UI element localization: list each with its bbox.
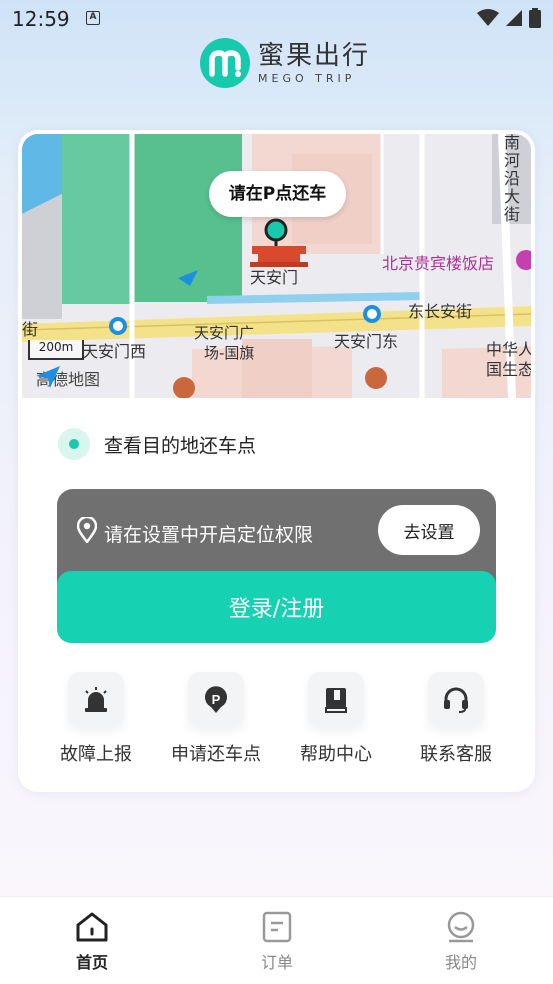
alarm-icon xyxy=(68,672,124,728)
login-register-button[interactable]: 登录/注册 xyxy=(57,571,496,643)
map-label-jie: 街 xyxy=(22,320,39,339)
quick-action-fault-report[interactable]: 故障上报 xyxy=(41,672,151,766)
quick-action-label: 联系客服 xyxy=(420,744,492,765)
nav-profile-label: 我的 xyxy=(444,953,477,972)
bottom-navigation: 首页 订单 我的 xyxy=(0,896,553,984)
map-label-vertical: 南河沿大街 xyxy=(504,134,521,224)
nav-profile[interactable]: 我的 xyxy=(421,911,501,973)
main-card: 请在P点还车 天安门 北京贵宾楼饭店 东长安街 天安门西 天安门东 天安门广 场… xyxy=(18,130,535,792)
wifi-icon xyxy=(477,9,499,26)
logo-name-cn: 蜜果出行 xyxy=(258,40,371,71)
nav-orders[interactable]: 订单 xyxy=(237,911,317,973)
quick-action-contact-service[interactable]: 联系客服 xyxy=(401,672,511,766)
quick-action-label: 申请还车点 xyxy=(171,744,261,765)
go-settings-button[interactable]: 去设置 xyxy=(378,505,480,555)
pin-bubble: 请在P点还车 xyxy=(209,171,346,217)
nav-home-label: 首页 xyxy=(75,953,108,972)
map-label-west-station: 天安门西 xyxy=(82,342,147,361)
notification-icon: A xyxy=(86,11,100,25)
nav-home[interactable]: 首页 xyxy=(52,911,132,973)
quick-action-apply-return[interactable]: P 申请还车点 xyxy=(161,672,271,766)
amap-arrow-icon xyxy=(36,366,60,388)
map-label-square2: 场-国旗 xyxy=(204,344,255,362)
map-label-hotel: 北京贵宾楼饭店 xyxy=(382,254,495,273)
signal-icon xyxy=(506,10,522,26)
order-icon xyxy=(262,911,292,943)
map-label-east-station: 天安门东 xyxy=(334,332,399,351)
battery-icon xyxy=(529,8,541,28)
status-time: 12:59 xyxy=(12,7,70,31)
headset-icon xyxy=(428,672,484,728)
map-scale: 200m xyxy=(28,340,84,360)
map-label-street: 东长安街 xyxy=(408,302,473,321)
logo-m-icon xyxy=(200,38,250,88)
radio-dot-icon xyxy=(58,428,90,460)
logo-name-en: MEGO TRIP xyxy=(258,71,356,85)
svg-text:P: P xyxy=(212,692,221,707)
nav-orders-label: 订单 xyxy=(260,953,293,972)
map-label-landmark: 天安门 xyxy=(250,268,299,287)
quick-action-label: 故障上报 xyxy=(60,744,132,765)
status-bar: 12:59 A xyxy=(0,0,553,38)
map-provider: 高德地图 xyxy=(36,366,100,390)
book-icon xyxy=(308,672,364,728)
map-label-square: 天安门广 xyxy=(194,324,255,342)
app-logo: 蜜果出行 MEGO TRIP xyxy=(200,38,370,88)
home-icon xyxy=(76,912,108,942)
map-view[interactable]: 请在P点还车 天安门 北京贵宾楼饭店 东长安街 天安门西 天安门东 天安门广 场… xyxy=(22,134,531,398)
location-pin-icon xyxy=(77,517,97,543)
quick-action-help-center[interactable]: 帮助中心 xyxy=(281,672,391,766)
destination-label: 查看目的地还车点 xyxy=(104,434,257,457)
status-icons xyxy=(477,8,541,28)
map-label-right2: 国生态 xyxy=(486,360,531,379)
quick-action-label: 帮助中心 xyxy=(300,744,372,765)
profile-icon xyxy=(447,911,475,943)
location-message: 请在设置中开启定位权限 xyxy=(104,524,314,546)
destination-row[interactable]: 查看目的地还车点 xyxy=(58,428,256,460)
parking-icon: P xyxy=(188,672,244,728)
